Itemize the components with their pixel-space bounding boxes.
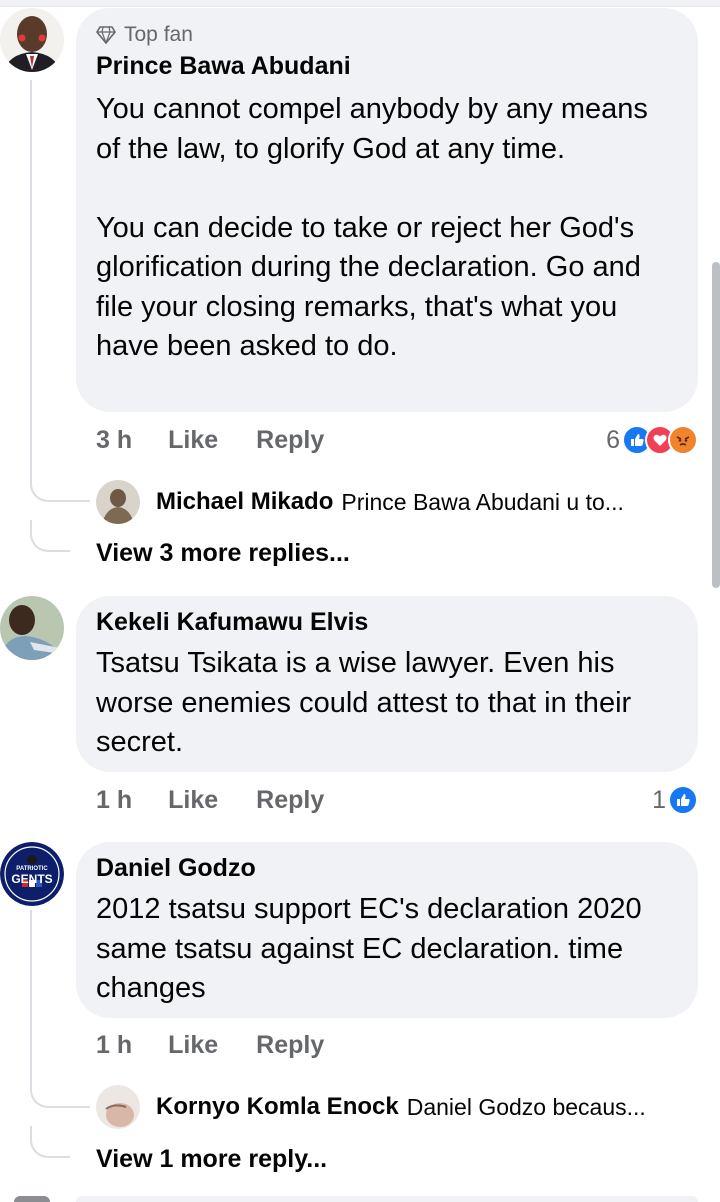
view-more-replies[interactable]: View 3 more replies... xyxy=(96,539,350,568)
reply-author: Kornyo Komla Enock xyxy=(156,1093,399,1120)
reply-button[interactable]: Reply xyxy=(256,1031,324,1060)
person-avatar-icon xyxy=(96,1085,140,1129)
thread-branch xyxy=(30,1076,90,1108)
reaction-summary[interactable]: 6 xyxy=(606,420,698,460)
comment-bubble[interactable]: Top fan Prince Bawa Abudani You cannot c… xyxy=(76,8,698,412)
thread-line xyxy=(30,910,32,1082)
avatar[interactable] xyxy=(0,8,64,72)
reply-snippet: Daniel Godzo becaus... xyxy=(406,1093,646,1120)
next-comment-peek xyxy=(0,1196,720,1202)
statue-avatar-icon xyxy=(96,480,140,524)
person-avatar-icon xyxy=(0,8,64,72)
reply-avatar[interactable] xyxy=(96,1085,140,1129)
comment-paragraph: Tsatsu Tsikata is a wise lawyer. Even hi… xyxy=(96,647,632,758)
thread-branch xyxy=(30,520,70,552)
thread-branch xyxy=(30,1126,70,1158)
view-more-replies[interactable]: View 1 more reply... xyxy=(96,1145,327,1174)
next-avatar-edge xyxy=(14,1196,50,1202)
diamond-icon xyxy=(96,26,116,44)
like-button[interactable]: Like xyxy=(168,786,218,815)
comment-bubble[interactable]: Kekeli Kafumawu Elvis Tsatsu Tsikata is … xyxy=(76,596,698,772)
comment-author[interactable]: Daniel Godzo xyxy=(96,852,678,884)
thread-branch xyxy=(30,470,90,502)
comment-author[interactable]: Kekeli Kafumawu Elvis xyxy=(96,606,678,638)
reply-button[interactable]: Reply xyxy=(256,786,324,815)
comment-text: You cannot compel anybody by any means o… xyxy=(96,90,678,367)
like-reaction-icon xyxy=(668,785,698,815)
person-avatar-icon xyxy=(0,596,64,660)
reply-preview[interactable]: Michael Mikado Prince Bawa Abudani u to.… xyxy=(96,480,624,524)
reply-author: Michael Mikado xyxy=(156,488,334,515)
comment-text: Tsatsu Tsikata is a wise lawyer. Even hi… xyxy=(96,644,678,763)
reply-avatar[interactable] xyxy=(96,480,140,524)
avatar[interactable] xyxy=(0,596,64,660)
reaction-count: 6 xyxy=(606,425,620,454)
reply-snippet: Prince Bawa Abudani u to... xyxy=(341,488,624,515)
comment-author[interactable]: Prince Bawa Abudani xyxy=(96,50,678,82)
patriotic-gents-logo-icon xyxy=(0,842,64,906)
comment-timestamp[interactable]: 1 h xyxy=(96,786,132,815)
thread-line xyxy=(30,80,32,480)
reply-preview[interactable]: Kornyo Komla Enock Daniel Godzo becaus..… xyxy=(96,1085,646,1129)
comment-actions: 1 h Like Reply xyxy=(96,780,324,820)
comment-paragraph: You cannot compel anybody by any means o… xyxy=(96,93,648,165)
comment-timestamp[interactable]: 1 h xyxy=(96,1031,132,1060)
top-fan-badge: Top fan xyxy=(96,20,678,50)
comment-timestamp[interactable]: 3 h xyxy=(96,426,132,455)
comment-paragraph: 2012 tsatsu support EC's declaration 202… xyxy=(96,893,642,1004)
comment-actions: 1 h Like Reply xyxy=(96,1025,324,1065)
reply-button[interactable]: Reply xyxy=(256,426,324,455)
like-button[interactable]: Like xyxy=(168,426,218,455)
like-button[interactable]: Like xyxy=(168,1031,218,1060)
next-bubble-edge xyxy=(76,1196,698,1202)
comment-text: 2012 tsatsu support EC's declaration 202… xyxy=(96,890,678,1009)
angry-reaction-icon xyxy=(668,425,698,455)
top-divider xyxy=(0,0,720,7)
comment-paragraph: You can decide to take or reject her God… xyxy=(96,211,641,363)
reaction-summary[interactable]: 1 xyxy=(652,780,698,820)
avatar[interactable] xyxy=(0,842,64,906)
scrollbar[interactable] xyxy=(712,262,720,588)
comment-actions: 3 h Like Reply xyxy=(96,420,324,460)
top-fan-label: Top fan xyxy=(124,23,193,46)
reaction-count: 1 xyxy=(652,785,666,814)
comment-bubble[interactable]: Daniel Godzo 2012 tsatsu support EC's de… xyxy=(76,842,698,1018)
